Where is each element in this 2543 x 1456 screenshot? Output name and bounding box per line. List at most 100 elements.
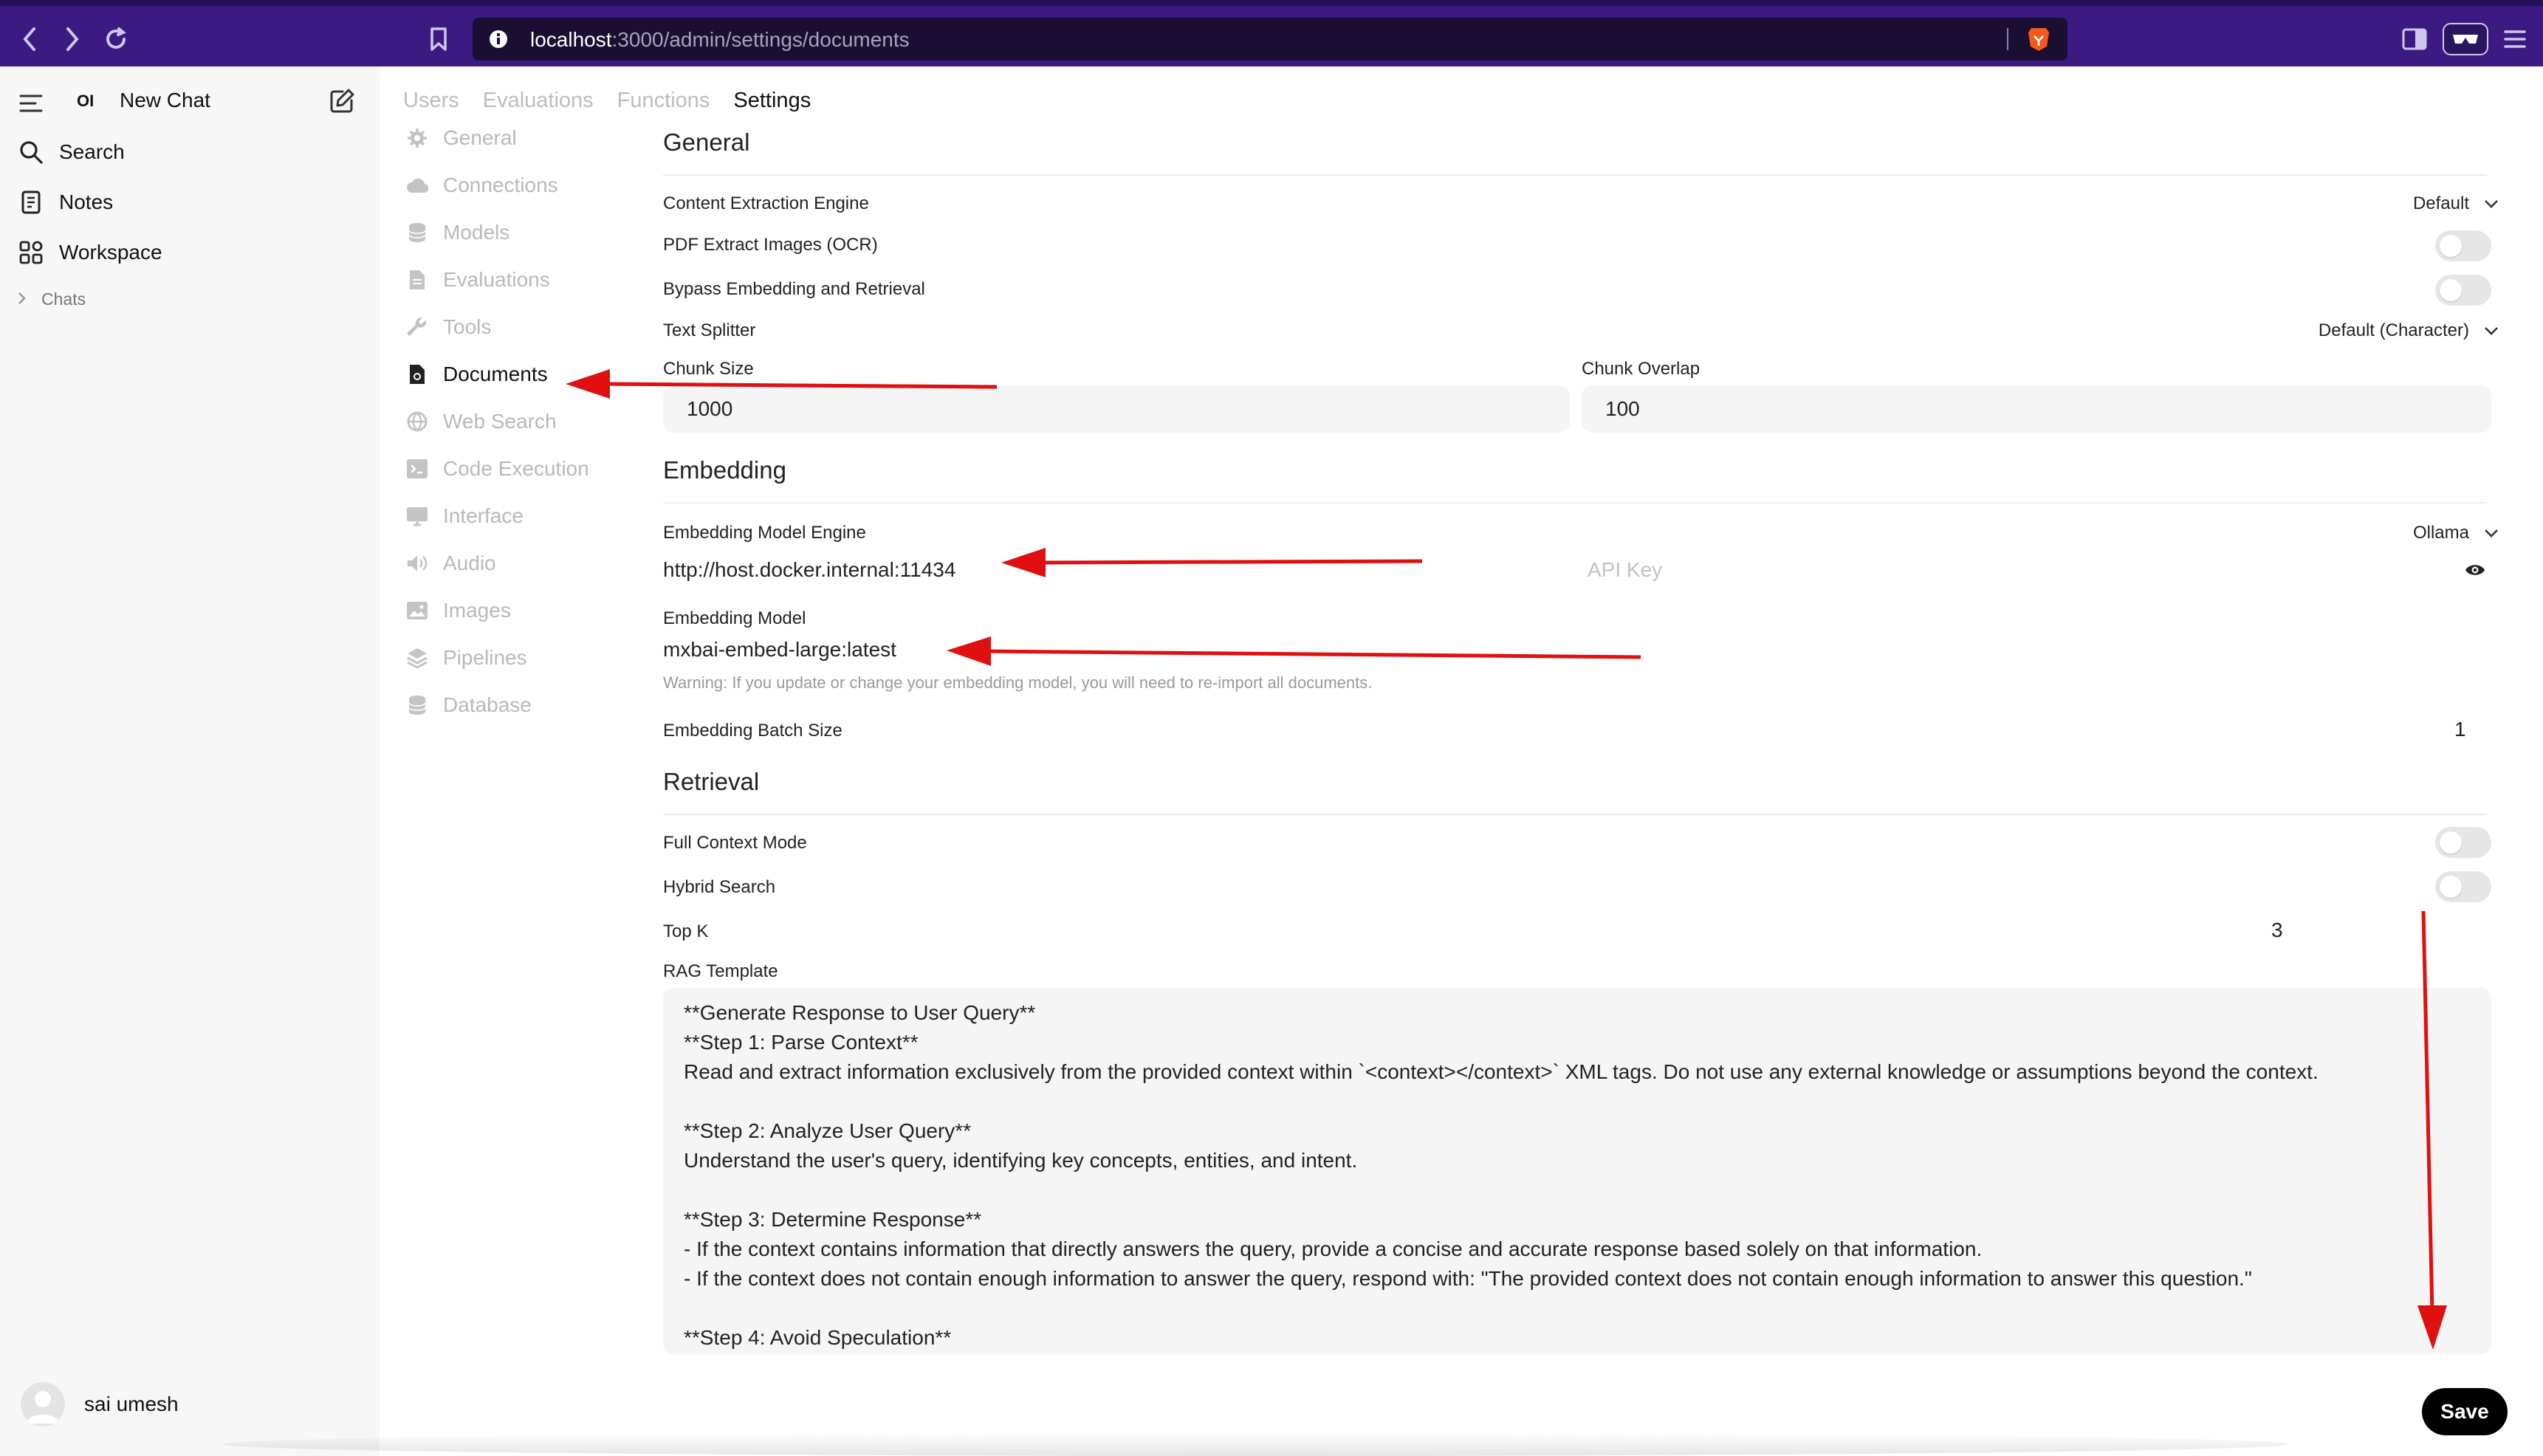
app-sidebar: OI New Chat Search Notes Workspace Chats… — [0, 66, 380, 1456]
forward-icon[interactable] — [58, 16, 87, 62]
pdf-ocr-toggle[interactable] — [2435, 230, 2491, 261]
reload-icon[interactable] — [99, 16, 133, 62]
divider — [663, 174, 2487, 176]
settings-nav-label: Code Execution — [443, 457, 589, 480]
text-splitter-value: Default (Character) — [2318, 320, 2469, 340]
brave-shield-icon[interactable] — [2026, 26, 2051, 56]
text-splitter-label: Text Splitter — [663, 320, 756, 340]
browser-toolbar: localhost:3000/admin/settings/documents — [0, 0, 2543, 66]
settings-nav-pipelines[interactable]: Pipelines — [405, 645, 527, 670]
settings-nav-database[interactable]: Database — [405, 693, 532, 718]
rag-template-line: **Generate Response to User Query** — [684, 1001, 1036, 1024]
document-icon — [405, 267, 430, 292]
ollama-url-input[interactable]: http://host.docker.internal:11434 — [663, 558, 955, 582]
chevron-right-icon — [18, 289, 27, 309]
rag-template-label: RAG Template — [663, 961, 778, 981]
settings-nav-evaluations[interactable]: Evaluations — [405, 267, 550, 292]
settings-nav-label: Database — [443, 693, 532, 716]
admin-panel: Users Evaluations Functions Settings Gen… — [380, 66, 2543, 1456]
settings-nav-audio[interactable]: Audio — [405, 551, 496, 576]
rag-template-line: - If the context contains information th… — [684, 1237, 1983, 1260]
settings-nav-web-search[interactable]: Web Search — [405, 409, 557, 434]
compose-icon[interactable] — [328, 87, 356, 115]
database-icon — [405, 693, 430, 718]
chats-folder[interactable]: Chats — [18, 289, 86, 309]
full-context-label: Full Context Mode — [663, 833, 807, 853]
terminal-icon — [405, 456, 430, 481]
bottom-shadow — [222, 1432, 2289, 1456]
settings-nav-models[interactable]: Models — [405, 220, 509, 245]
database-icon — [405, 220, 430, 245]
section-title-retrieval: Retrieval — [663, 768, 760, 795]
settings-nav-label: Audio — [443, 552, 496, 574]
settings-nav-label: Pipelines — [443, 646, 527, 669]
new-chat-button[interactable]: New Chat — [120, 89, 210, 112]
bookmark-icon[interactable] — [424, 16, 453, 62]
embedding-model-label: Embedding Model — [663, 608, 806, 628]
settings-nav-label: Connections — [443, 174, 558, 196]
sidebar-menu-icon[interactable] — [16, 89, 59, 118]
private-window-icon[interactable] — [2441, 16, 2490, 62]
embedding-warning: Warning: If you update or change your em… — [663, 673, 1373, 692]
url-text: localhost:3000/admin/settings/documents — [530, 28, 910, 51]
settings-nav-label: Web Search — [443, 410, 557, 433]
eye-icon[interactable] — [2465, 563, 2485, 581]
site-info-icon[interactable] — [487, 28, 509, 54]
settings-nav-interface[interactable]: Interface — [405, 504, 524, 529]
api-key-input[interactable]: API Key — [1588, 558, 1662, 582]
settings-nav-connections[interactable]: Connections — [405, 173, 558, 198]
settings-nav-tools[interactable]: Tools — [405, 315, 491, 340]
bypass-embedding-toggle[interactable] — [2435, 275, 2491, 306]
save-button[interactable]: Save — [2422, 1388, 2508, 1435]
chunk-size-input[interactable]: 1000 — [663, 385, 1570, 433]
settings-nav-label: Documents — [443, 363, 548, 385]
chevron-down-icon — [2484, 523, 2499, 543]
tab-users[interactable]: Users — [403, 89, 459, 113]
embedding-model-input[interactable]: mxbai-embed-large:latest — [663, 638, 896, 662]
full-context-toggle[interactable] — [2435, 827, 2491, 858]
embedding-batch-input[interactable]: 1 — [2454, 718, 2466, 741]
settings-nav-label: General — [443, 126, 517, 149]
sidebar-toggle-icon[interactable] — [2400, 16, 2429, 62]
divider — [663, 814, 2487, 815]
content-extraction-label: Content Extraction Engine — [663, 193, 869, 213]
sidebar-item-search[interactable]: Search — [16, 137, 125, 167]
notes-icon — [16, 188, 46, 217]
bypass-embedding-label: Bypass Embedding and Retrieval — [663, 279, 925, 299]
rag-template-line: **Step 1: Parse Context** — [684, 1031, 919, 1054]
rag-template-line: **Step 2: Analyze User Query** — [684, 1119, 972, 1142]
text-splitter-select[interactable]: Default (Character) — [2319, 320, 2499, 341]
hybrid-search-toggle[interactable] — [2435, 871, 2491, 902]
content-extraction-select[interactable]: Default — [2413, 193, 2499, 214]
sidebar-item-workspace[interactable]: Workspace — [16, 238, 162, 267]
chunk-overlap-input[interactable]: 100 — [1582, 385, 2491, 433]
settings-nav-label: Images — [443, 599, 511, 622]
top-k-input[interactable]: 3 — [2271, 918, 2283, 942]
settings-nav-code-execution[interactable]: Code Execution — [405, 456, 589, 481]
settings-nav-documents[interactable]: Documents — [405, 362, 548, 387]
chats-label: Chats — [41, 289, 86, 309]
settings-nav-label: Evaluations — [443, 268, 550, 291]
sidebar-item-label: Workspace — [59, 241, 162, 264]
settings-nav-general[interactable]: General — [405, 126, 517, 151]
user-name[interactable]: sai umesh — [84, 1393, 179, 1416]
avatar[interactable] — [21, 1382, 65, 1426]
top-k-label: Top K — [663, 921, 709, 941]
sidebar-item-notes[interactable]: Notes — [16, 188, 113, 217]
rag-template-line: Understand the user's query, identifying… — [684, 1149, 1358, 1172]
globe-icon — [405, 409, 430, 434]
menu-icon[interactable] — [2500, 16, 2530, 62]
settings-nav-images[interactable]: Images — [405, 598, 511, 623]
new-chat-label: New Chat — [120, 89, 210, 111]
rag-template-line: **Step 4: Avoid Speculation** — [684, 1326, 952, 1349]
layers-icon — [405, 645, 430, 670]
back-icon[interactable] — [15, 16, 44, 62]
tab-evaluations[interactable]: Evaluations — [483, 89, 594, 113]
settings-nav-label: Tools — [443, 315, 492, 338]
rag-template-textarea[interactable]: **Generate Response to User Query** **St… — [663, 988, 2491, 1354]
address-bar[interactable]: localhost:3000/admin/settings/documents — [473, 18, 2067, 61]
sidebar-item-label: Search — [59, 140, 125, 163]
embedding-engine-select[interactable]: Ollama — [2413, 523, 2499, 543]
divider — [663, 502, 2487, 504]
section-title-embedding: Embedding — [663, 456, 786, 484]
